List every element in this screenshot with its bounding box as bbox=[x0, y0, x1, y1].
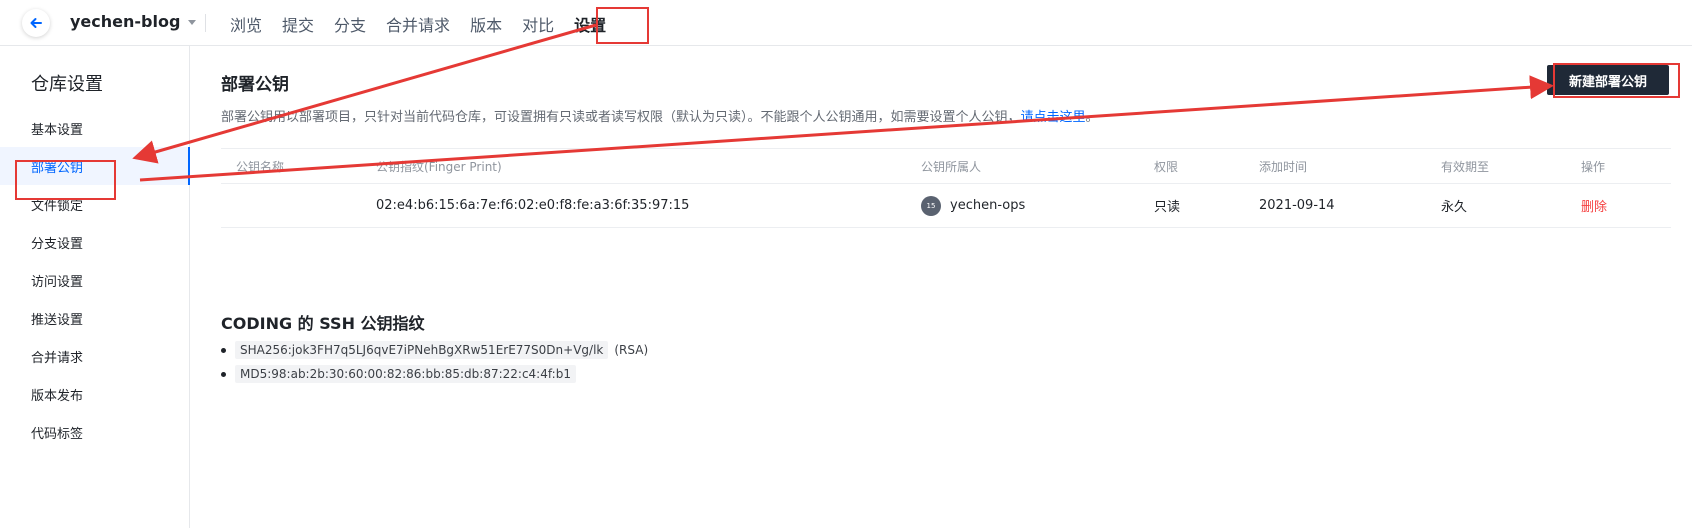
description-text: 部署公钥用以部署项目，只针对当前代码仓库，可设置拥有只读或者读写权限（默认为只读… bbox=[221, 110, 1021, 125]
sidebar-item-branch[interactable]: 分支设置 bbox=[0, 223, 190, 261]
sidebar-item-basic[interactable]: 基本设置 bbox=[0, 109, 190, 147]
sidebar-title: 仓库设置 bbox=[31, 74, 103, 95]
repo-selector[interactable]: yechen-blog bbox=[70, 12, 197, 31]
top-bar: yechen-blog 浏览 提交 分支 合并请求 版本 对比 设置 bbox=[0, 0, 1692, 46]
page-title: 部署公钥 bbox=[221, 75, 289, 95]
main-content: 部署公钥 部署公钥用以部署项目，只针对当前代码仓库，可设置拥有只读或者读写权限（… bbox=[221, 46, 1671, 528]
header-divider bbox=[205, 14, 206, 32]
delete-key-link[interactable]: 删除 bbox=[1581, 184, 1607, 227]
md5-fingerprint: MD5:98:ab:2b:30:60:00:82:86:bb:85:db:87:… bbox=[235, 365, 576, 383]
page-description: 部署公钥用以部署项目，只针对当前代码仓库，可设置拥有只读或者读写权限（默认为只读… bbox=[221, 106, 1099, 125]
repo-name: yechen-blog bbox=[70, 12, 181, 31]
tab-compare[interactable]: 对比 bbox=[522, 12, 554, 36]
sidebar-item-release[interactable]: 版本发布 bbox=[0, 375, 190, 413]
repo-nav-tabs: 浏览 提交 分支 合并请求 版本 对比 设置 bbox=[230, 12, 606, 36]
table-row: 02:e4:b6:15:6a:7e:f6:02:e0:f8:fe:a3:6f:3… bbox=[221, 184, 1671, 228]
col-header-actions: 操作 bbox=[1581, 159, 1606, 174]
sidebar-item-merge[interactable]: 合并请求 bbox=[0, 337, 190, 375]
tab-merge-requests[interactable]: 合并请求 bbox=[386, 12, 450, 36]
list-item: SHA256:jok3FH7q5LJ6qvE7iPNehBgXRw51ErE77… bbox=[221, 338, 648, 362]
back-button[interactable] bbox=[22, 9, 50, 37]
deploy-keys-table: 公钥名称 公钥指纹(Finger Print) 公钥所属人 权限 添加时间 有效… bbox=[221, 148, 1671, 228]
chevron-down-icon bbox=[188, 20, 197, 25]
key-expires: 永久 bbox=[1441, 200, 1468, 215]
col-header-name: 公钥名称 bbox=[236, 159, 285, 174]
description-end: 。 bbox=[1085, 110, 1099, 125]
tab-commits[interactable]: 提交 bbox=[282, 12, 314, 36]
annotation-box-new-button bbox=[1553, 63, 1680, 98]
owner-name: yechen-ops bbox=[950, 198, 1026, 213]
list-item: MD5:98:ab:2b:30:60:00:82:86:bb:85:db:87:… bbox=[221, 362, 648, 386]
table-header: 公钥名称 公钥指纹(Finger Print) 公钥所属人 权限 添加时间 有效… bbox=[221, 148, 1671, 184]
key-added-date: 2021-09-14 bbox=[1259, 198, 1335, 213]
ssh-fingerprint-list: SHA256:jok3FH7q5LJ6qvE7iPNehBgXRw51ErE77… bbox=[221, 338, 648, 386]
arrow-left-icon bbox=[30, 18, 42, 28]
col-header-added: 添加时间 bbox=[1259, 159, 1308, 174]
key-type: (RSA) bbox=[614, 343, 649, 357]
annotation-box-deploy-keys bbox=[15, 160, 116, 200]
settings-link[interactable]: 请点击这里 bbox=[1021, 110, 1086, 125]
sidebar-item-tags[interactable]: 代码标签 bbox=[0, 413, 190, 451]
annotation-box-settings-tab bbox=[596, 7, 649, 44]
ssh-fingerprint-title: CODING 的 SSH 公钥指纹 bbox=[221, 314, 425, 333]
tab-browse[interactable]: 浏览 bbox=[230, 12, 262, 36]
col-header-permission: 权限 bbox=[1154, 159, 1179, 174]
col-header-expires: 有效期至 bbox=[1441, 159, 1490, 174]
tab-releases[interactable]: 版本 bbox=[470, 12, 502, 36]
col-header-owner: 公钥所属人 bbox=[921, 159, 982, 174]
sidebar-item-push[interactable]: 推送设置 bbox=[0, 299, 190, 337]
avatar: 15 bbox=[921, 195, 941, 216]
key-permission: 只读 bbox=[1154, 200, 1181, 215]
key-owner: 15 yechen-ops bbox=[921, 184, 1025, 227]
sha256-fingerprint: SHA256:jok3FH7q5LJ6qvE7iPNehBgXRw51ErE77… bbox=[235, 341, 609, 359]
tab-branches[interactable]: 分支 bbox=[334, 12, 366, 36]
col-header-fingerprint: 公钥指纹(Finger Print) bbox=[376, 159, 502, 174]
settings-sidebar: 仓库设置 基本设置 部署公钥 文件锁定 分支设置 访问设置 推送设置 合并请求 … bbox=[0, 46, 190, 528]
key-fingerprint: 02:e4:b6:15:6a:7e:f6:02:e0:f8:fe:a3:6f:3… bbox=[376, 198, 690, 213]
sidebar-item-access[interactable]: 访问设置 bbox=[0, 261, 190, 299]
